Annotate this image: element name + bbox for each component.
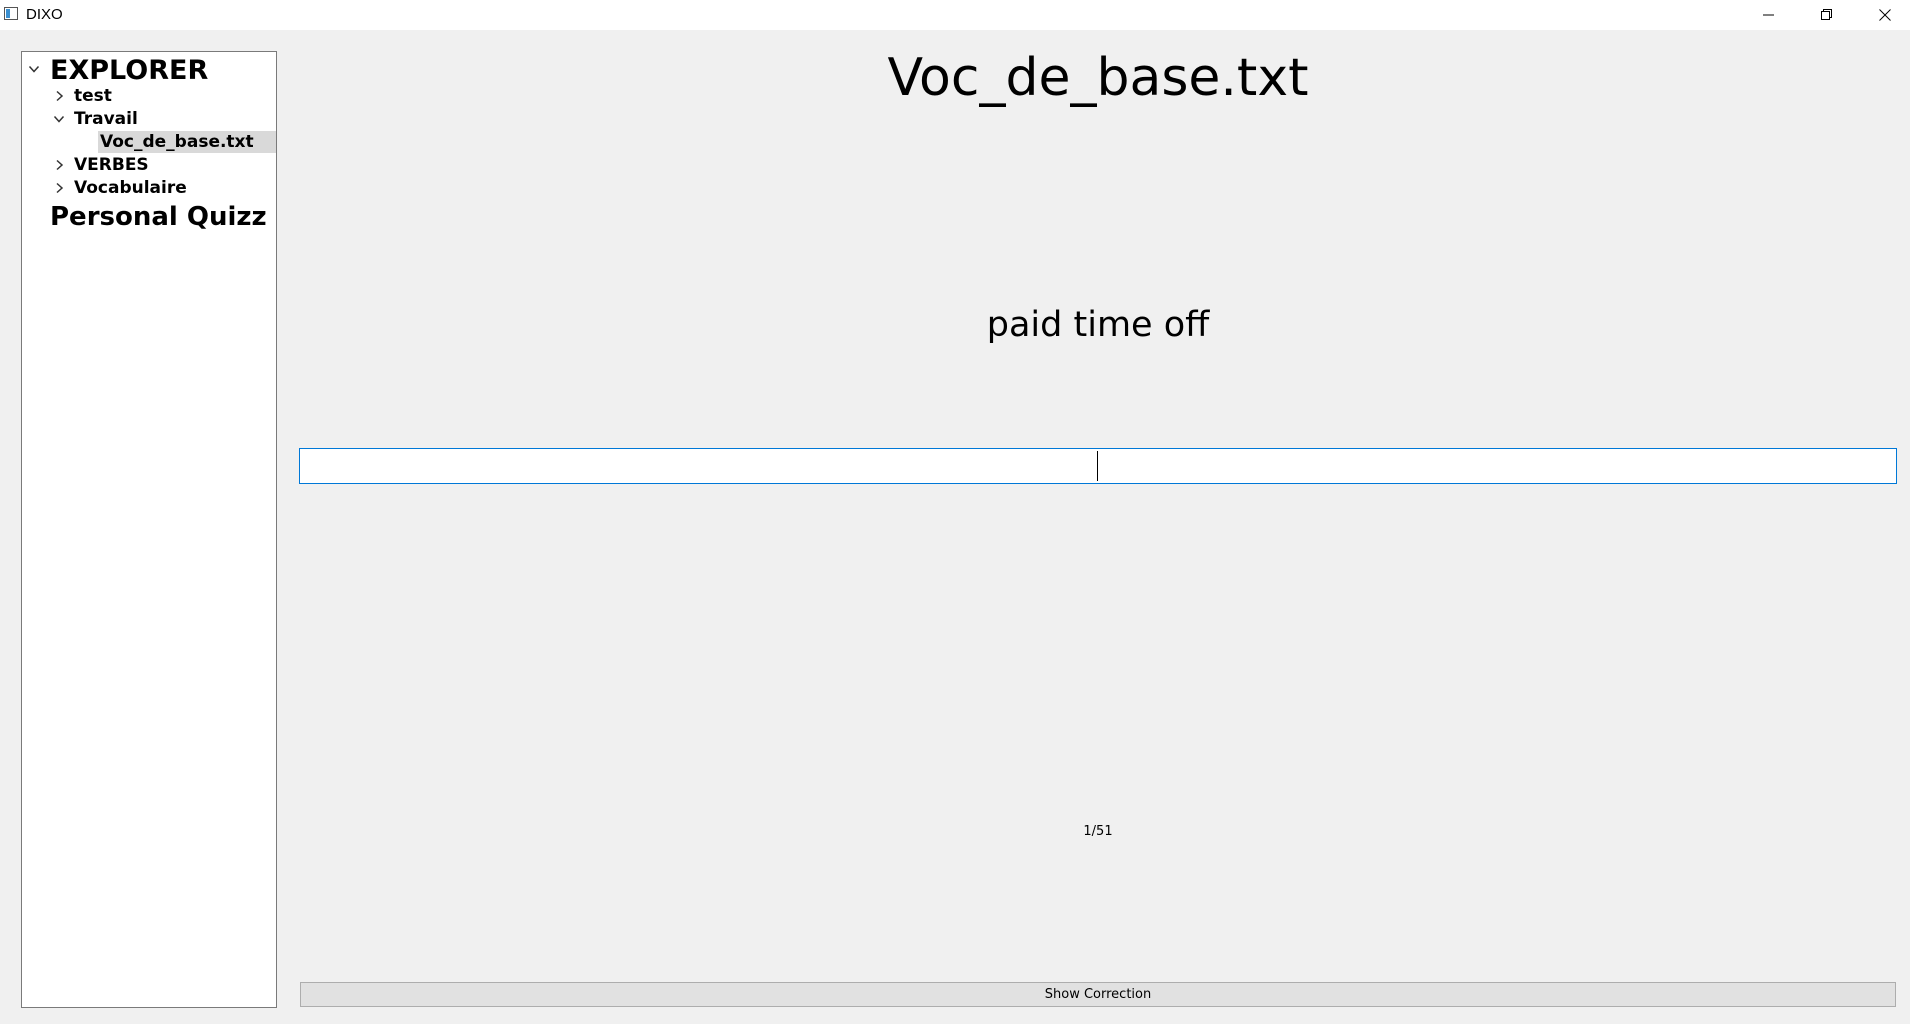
window-title: DIXO — [26, 6, 63, 23]
tree-item-label: Vocabulaire — [74, 178, 187, 198]
chevron-down-icon[interactable] — [53, 113, 65, 125]
tree-item-voc-de-base[interactable]: Voc_de_base.txt — [100, 131, 254, 153]
tree-item-vocabulaire[interactable]: Vocabulaire — [74, 177, 187, 199]
personal-quizz-section[interactable]: Personal Quizz — [50, 200, 267, 234]
personal-quizz-label: Personal Quizz — [50, 202, 267, 232]
tree-item-label: VERBES — [74, 155, 149, 175]
chevron-right-icon[interactable] — [53, 90, 65, 102]
tree-item-travail[interactable]: Travail — [74, 108, 138, 130]
answer-input[interactable] — [299, 448, 1897, 484]
chevron-right-icon[interactable] — [53, 159, 65, 171]
show-correction-button[interactable]: Show Correction — [300, 982, 1896, 1007]
tree-item-label: Voc_de_base.txt — [100, 132, 254, 152]
restore-icon — [1821, 9, 1832, 20]
tree-item-label: test — [74, 86, 112, 106]
minimize-icon — [1763, 14, 1774, 16]
tree-item-label: Travail — [74, 109, 138, 129]
chevron-right-icon[interactable] — [53, 182, 65, 194]
app-icon — [4, 7, 18, 20]
explorer-root[interactable]: EXPLORER — [50, 54, 208, 86]
title-bar: DIXO — [0, 0, 1910, 30]
page-title: Voc_de_base.txt — [887, 48, 1309, 108]
chevron-down-icon[interactable] — [28, 63, 40, 75]
explorer-root-label: EXPLORER — [50, 54, 209, 86]
close-button[interactable] — [1856, 0, 1910, 30]
quiz-prompt: paid time off — [986, 305, 1210, 345]
text-caret — [1097, 451, 1098, 481]
progress-counter: 1/51 — [1083, 824, 1113, 839]
tree-item-test[interactable]: test — [74, 85, 112, 107]
close-icon — [1879, 9, 1891, 21]
restore-button[interactable] — [1798, 0, 1856, 30]
tree-item-verbes[interactable]: VERBES — [74, 154, 149, 176]
minimize-button[interactable] — [1740, 0, 1798, 30]
explorer-panel: EXPLORER test Travail Voc_de_base.txt VE… — [21, 51, 277, 1008]
